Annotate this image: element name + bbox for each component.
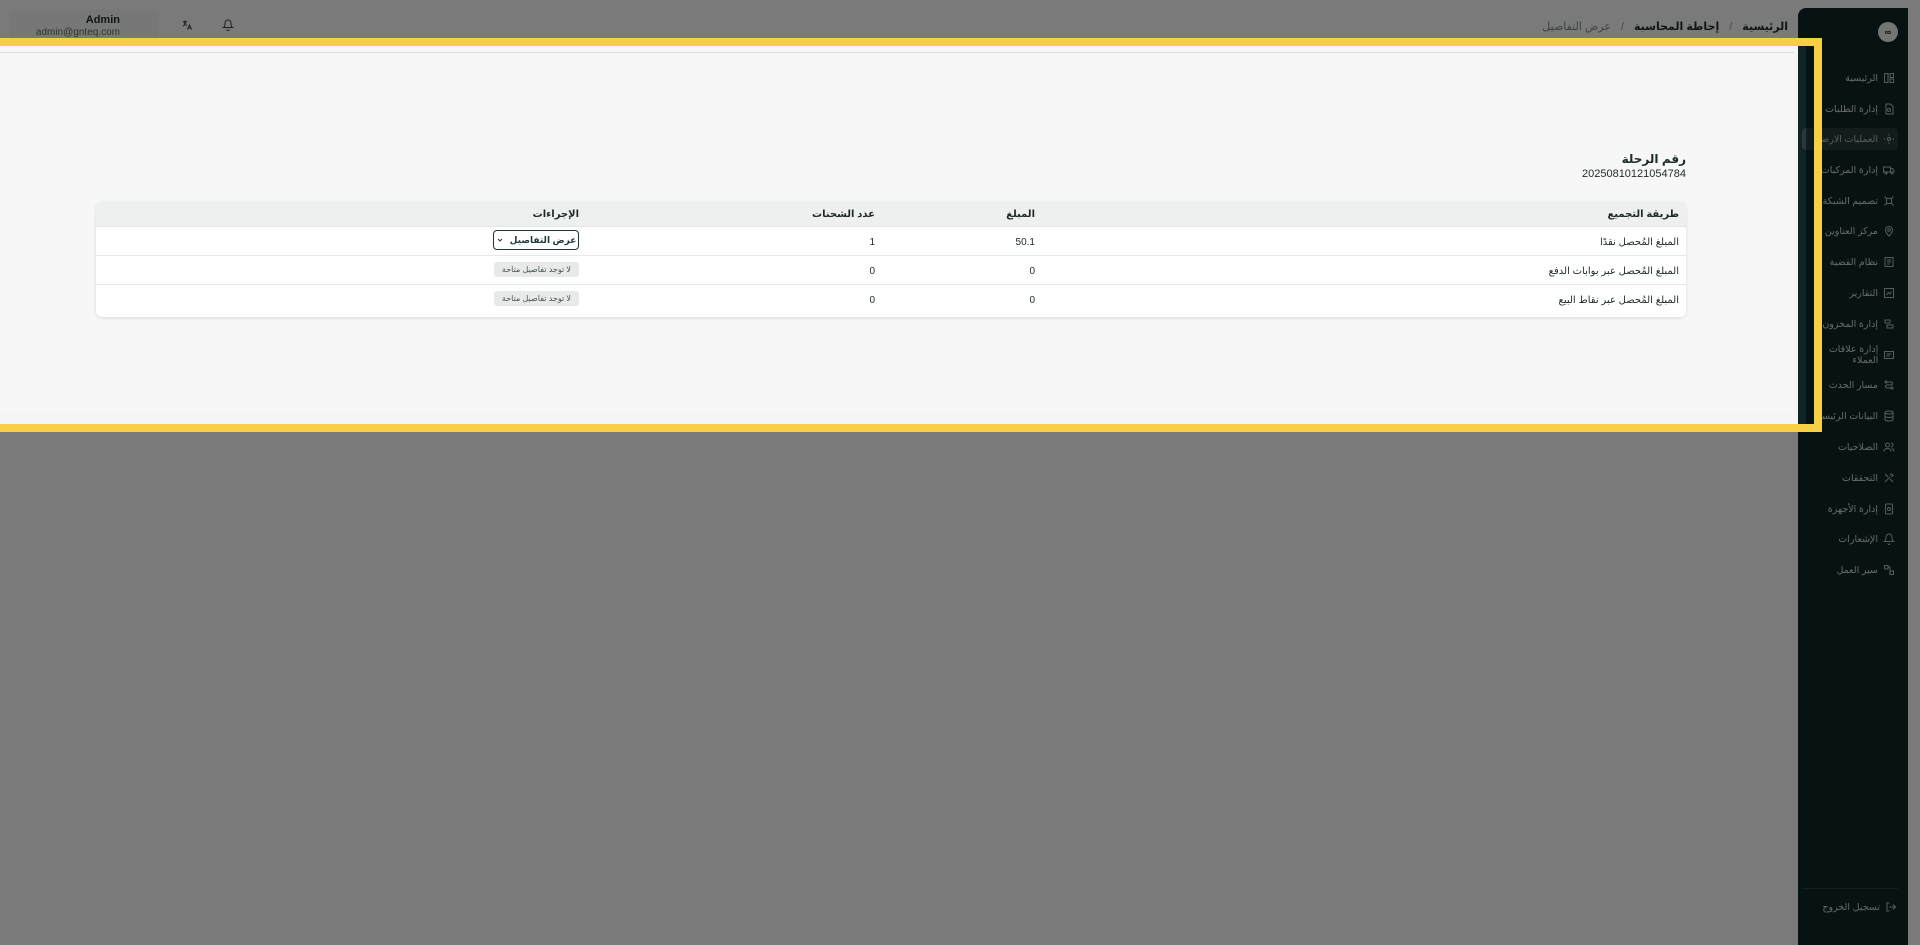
no-details-badge: لا توجد تفاصيل متاحة	[493, 262, 579, 277]
table-row: المبلغ المُحصل نقدًا 50.1 1 عرض التفاصيل	[96, 226, 1686, 256]
table-row: المبلغ المُحصل عبر نقاط البيع 0 0 لا توج…	[96, 284, 1686, 314]
row-method: المبلغ المُحصل عبر بوابات الدفع	[1548, 266, 1679, 277]
column-header-method: طريقة التجميع	[1607, 209, 1679, 220]
column-header-amount: المبلغ	[1006, 209, 1035, 220]
view-details-button[interactable]: عرض التفاصيل	[493, 230, 579, 250]
row-shipments: 0	[869, 266, 875, 277]
trip-number-value: 20250810121054784	[1581, 168, 1686, 180]
view-details-label: عرض التفاصيل	[509, 234, 577, 245]
column-header-shipments: عدد الشحنات	[812, 209, 875, 220]
row-shipments: 1	[869, 237, 875, 248]
row-amount: 0	[1029, 295, 1035, 306]
chevron-down-icon	[497, 238, 502, 242]
row-amount: 50.1	[1015, 237, 1035, 248]
content-divider	[0, 52, 1794, 53]
column-header-actions: الإجراءات	[532, 209, 579, 220]
row-shipments: 0	[869, 295, 875, 306]
no-details-badge: لا توجد تفاصيل متاحة	[493, 291, 579, 306]
dim-overlay	[0, 424, 1920, 945]
dim-overlay	[0, 0, 1920, 46]
row-method: المبلغ المُحصل نقدًا	[1600, 237, 1679, 248]
table-row: المبلغ المُحصل عبر بوابات الدفع 0 0 لا ت…	[96, 255, 1686, 285]
trip-number-label: رقم الرحلة	[1621, 152, 1686, 166]
dim-overlay	[1806, 46, 1920, 424]
row-method: المبلغ المُحصل عبر نقاط البيع	[1558, 295, 1680, 306]
row-amount: 0	[1029, 266, 1035, 277]
table-header: طريقة التجميع المبلغ عدد الشحنات الإجراء…	[96, 202, 1686, 226]
collection-table: طريقة التجميع المبلغ عدد الشحنات الإجراء…	[96, 202, 1686, 317]
